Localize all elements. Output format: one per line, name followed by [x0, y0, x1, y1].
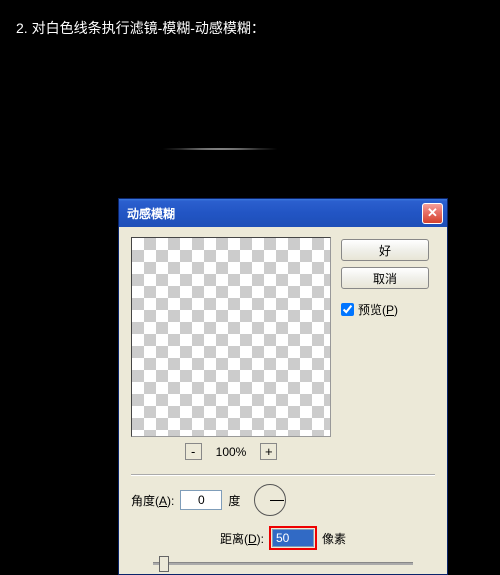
zoom-percent: 100% — [216, 445, 247, 459]
distance-slider[interactable] — [153, 554, 413, 572]
dialog-title: 动感模糊 — [127, 205, 422, 222]
distance-slider-row — [119, 554, 447, 574]
distance-label: 距离(D): — [220, 530, 264, 547]
angle-row: 角度(A): 度 — [119, 484, 447, 526]
step-instruction: 2. 对白色线条执行滤镜-模糊-动感模糊： — [0, 0, 500, 56]
preview-checkbox[interactable] — [341, 303, 354, 316]
zoom-out-button[interactable]: - — [185, 443, 202, 460]
plus-icon: + — [265, 445, 273, 458]
angle-label: 角度(A): — [131, 492, 174, 509]
preview-canvas[interactable] — [131, 237, 331, 437]
distance-unit: 像素 — [322, 530, 346, 547]
close-button[interactable]: ✕ — [422, 203, 443, 224]
zoom-in-button[interactable]: + — [260, 443, 277, 460]
angle-input[interactable] — [180, 490, 222, 510]
ok-button[interactable]: 好 — [341, 239, 429, 261]
motion-blur-line-preview — [160, 148, 280, 150]
distance-row: 距离(D): 像素 — [119, 526, 447, 554]
angle-dial[interactable] — [254, 484, 286, 516]
distance-input[interactable] — [272, 529, 314, 547]
preview-checkbox-label: 预览(P) — [358, 301, 398, 318]
preview-checkbox-row[interactable]: 预览(P) — [341, 301, 439, 318]
close-icon: ✕ — [427, 205, 438, 221]
cancel-button[interactable]: 取消 — [341, 267, 429, 289]
distance-highlight — [269, 526, 317, 550]
slider-thumb[interactable] — [159, 556, 169, 572]
divider — [131, 474, 435, 476]
angle-unit: 度 — [228, 492, 240, 509]
preview-column: - 100% + — [131, 237, 331, 460]
minus-icon: - — [191, 445, 195, 458]
dialog-body: - 100% + 好 取消 预览(P) — [119, 227, 447, 470]
motion-blur-dialog: 动感模糊 ✕ - 100% + 好 取消 预览(P) 角度(A): 度 — [118, 198, 448, 575]
dialog-titlebar[interactable]: 动感模糊 ✕ — [119, 199, 447, 227]
controls-column: 好 取消 预览(P) — [341, 237, 439, 460]
zoom-controls: - 100% + — [131, 443, 331, 460]
